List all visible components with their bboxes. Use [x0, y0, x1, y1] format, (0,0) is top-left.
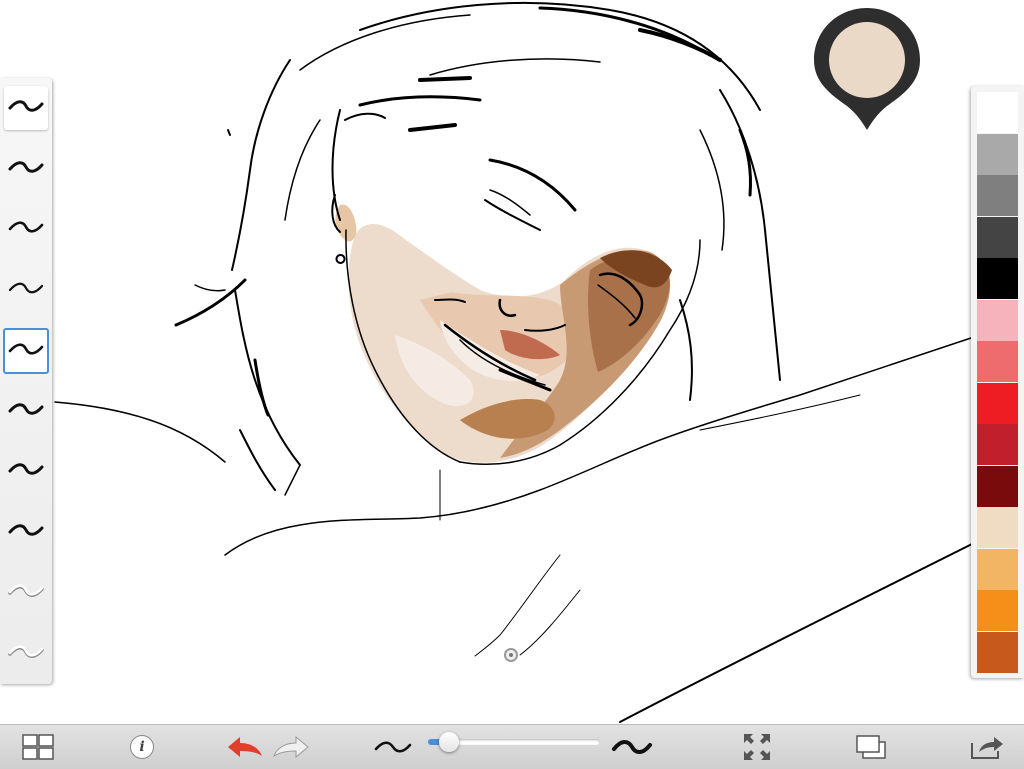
current-color-puck[interactable] — [812, 6, 922, 132]
color-swatch-6[interactable] — [977, 299, 1018, 341]
brush-option-10[interactable] — [4, 631, 48, 675]
color-swatch-5[interactable] — [977, 258, 1018, 299]
face-coloring — [335, 204, 672, 463]
current-color-fill — [829, 22, 905, 98]
tilde-stroke-icon — [8, 463, 44, 475]
redo-button[interactable] — [270, 725, 312, 769]
tilde-stroke-icon — [8, 644, 44, 658]
info-icon-label: i — [139, 739, 145, 755]
color-swatch-13[interactable] — [977, 590, 1018, 631]
color-swatch-7[interactable] — [977, 341, 1018, 382]
brush-size-min — [372, 725, 414, 769]
brush-option-4[interactable] — [4, 268, 48, 312]
color-palette — [971, 86, 1024, 678]
brush-panel — [0, 78, 52, 684]
color-swatch-2[interactable] — [977, 133, 1018, 175]
thick-stroke-icon — [612, 740, 652, 754]
tilde-stroke-icon — [8, 221, 44, 233]
brush-size-slider-knob[interactable] — [438, 732, 459, 752]
tilde-stroke-icon — [8, 343, 44, 355]
brush-option-7[interactable] — [4, 449, 48, 493]
thin-stroke-icon — [374, 741, 412, 753]
info-button[interactable]: i — [124, 725, 160, 769]
expand-icon — [744, 734, 770, 760]
info-icon: i — [130, 735, 154, 759]
layers-button[interactable] — [850, 725, 892, 769]
canvas-scroll-handle[interactable] — [504, 648, 518, 662]
layers-icon — [856, 735, 886, 759]
brush-option-3[interactable] — [4, 207, 48, 251]
share-icon — [971, 737, 1003, 759]
color-swatch-8[interactable] — [977, 382, 1018, 424]
brush-option-1[interactable] — [4, 86, 48, 130]
undo-button[interactable] — [224, 725, 266, 769]
tilde-stroke-icon — [8, 100, 44, 112]
color-swatch-10[interactable] — [977, 465, 1018, 507]
undo-arrow-icon — [228, 737, 262, 757]
color-swatch-9[interactable] — [977, 424, 1018, 465]
tilde-stroke-icon — [8, 402, 44, 415]
tilde-stroke-icon — [8, 282, 44, 293]
color-swatch-1[interactable] — [977, 92, 1018, 133]
bottom-toolbar: i — [0, 724, 1024, 769]
brush-option-6[interactable] — [4, 389, 48, 433]
color-swatch-14[interactable] — [977, 631, 1018, 673]
color-swatch-4[interactable] — [977, 216, 1018, 258]
redo-arrow-icon — [272, 735, 309, 759]
color-swatch-12[interactable] — [977, 548, 1018, 590]
tilde-stroke-icon — [8, 523, 44, 536]
color-swatch-3[interactable] — [977, 175, 1018, 216]
fullscreen-button[interactable] — [736, 725, 778, 769]
tilde-stroke-icon — [8, 160, 44, 173]
brush-option-9[interactable] — [4, 570, 48, 614]
brush-option-5[interactable] — [3, 328, 49, 374]
grid-icon — [22, 734, 54, 760]
brush-option-8[interactable] — [4, 510, 48, 554]
brush-size-max — [610, 725, 654, 769]
color-swatch-11[interactable] — [977, 507, 1018, 548]
gallery-button[interactable] — [18, 725, 58, 769]
share-button[interactable] — [966, 725, 1008, 769]
brush-option-2[interactable] — [4, 147, 48, 191]
tilde-stroke-icon — [8, 584, 44, 597]
